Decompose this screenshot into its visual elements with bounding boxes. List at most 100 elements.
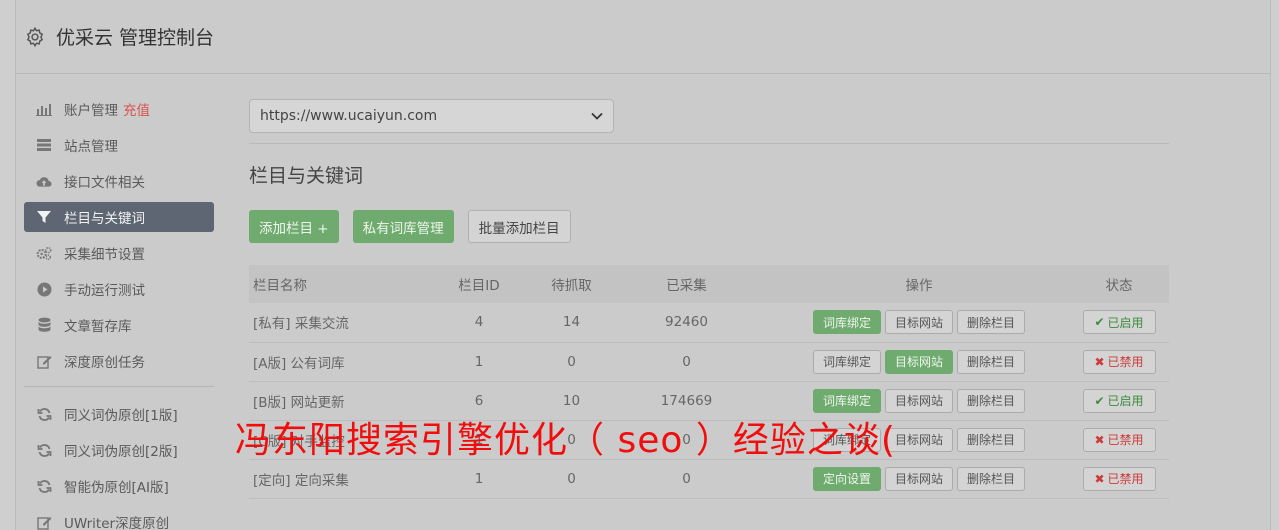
sidebar-item-sites[interactable]: 站点管理: [24, 130, 214, 160]
cross-icon: ✖: [1094, 432, 1105, 447]
table-row: [定向] 定向采集 1 0 0 定向设置 目标网站 删除栏目 ✖ 已禁用: [249, 459, 1169, 498]
collected-count: 92460: [665, 314, 708, 331]
check-icon: ✔: [1094, 315, 1105, 330]
collected-count: 0: [682, 470, 691, 487]
sidebar-item-label: 同义词伪原创[2版]: [64, 444, 178, 460]
sidebar-item-uwriter[interactable]: UWriter深度原创: [24, 507, 214, 530]
site-select-value: https://www.ucaiyun.com: [260, 108, 438, 124]
directed-settings-button[interactable]: 定向设置: [812, 466, 881, 491]
status-toggle[interactable]: ✖ 已禁用: [1082, 427, 1156, 452]
table-row: [私有] 采集交流 4 14 92460 词库绑定 目标网站 删除栏目 ✔ 已启用: [249, 303, 1169, 342]
pending-count[interactable]: 14: [539, 303, 604, 342]
batch-add-column-button[interactable]: 批量添加栏目: [467, 210, 571, 243]
target-site-button[interactable]: 目标网站: [884, 349, 953, 374]
sidebar-item-label: 采集细节设置: [64, 247, 145, 263]
column-name[interactable]: [私有] 采集交流: [249, 303, 419, 342]
bar-chart-icon: [36, 101, 52, 117]
column-id: 1: [474, 470, 484, 487]
status-toggle[interactable]: ✔ 已启用: [1082, 388, 1156, 413]
col-header-name: 栏目名称: [253, 278, 307, 294]
server-icon: [36, 137, 52, 153]
col-header-pending: 待抓取: [551, 278, 592, 294]
cross-icon: ✖: [1094, 354, 1105, 369]
gears-icon: [36, 245, 52, 261]
target-site-button[interactable]: 目标网站: [884, 388, 953, 413]
sidebar-item-synonym-v1[interactable]: 同义词伪原创[1版]: [24, 399, 214, 429]
private-lib-button[interactable]: 私有词库管理: [352, 210, 454, 243]
delete-column-button[interactable]: 删除栏目: [957, 427, 1026, 452]
cross-icon: ✖: [1094, 471, 1105, 486]
pending-count[interactable]: 0: [539, 459, 604, 498]
table-row: [A版] 公有词库 1 0 0 词库绑定 目标网站 删除栏目 ✖ 已禁用: [249, 342, 1169, 381]
refresh-icon: [36, 478, 52, 494]
sidebar-item-manual-run[interactable]: 手动运行测试: [24, 274, 214, 304]
sidebar-item-label: 栏目与关键词: [64, 211, 145, 227]
sidebar-item-label: 账户管理: [64, 103, 118, 119]
col-header-collected: 已采集: [666, 278, 707, 294]
edit-icon: [36, 514, 52, 530]
status-toggle[interactable]: ✖ 已禁用: [1082, 349, 1156, 374]
page-title: 优采云 管理控制台: [56, 27, 215, 49]
filter-icon: [36, 209, 52, 225]
delete-column-button[interactable]: 删除栏目: [957, 388, 1026, 413]
section-title: 栏目与关键词: [249, 165, 364, 187]
sidebar-item-account[interactable]: 账户管理 充值: [24, 94, 214, 124]
cloud-upload-icon: [36, 173, 52, 189]
sidebar-item-label: 站点管理: [64, 139, 118, 155]
play-circle-icon: [36, 281, 52, 297]
pending-count[interactable]: 0: [539, 342, 604, 381]
sidebar-item-synonym-v2[interactable]: 同义词伪原创[2版]: [24, 435, 214, 465]
bind-lib-button[interactable]: 词库绑定: [812, 310, 881, 335]
overlay-watermark-text: 冯东阳搜索引擎优化（ seo ）经验之谈(: [235, 420, 896, 461]
sidebar-item-label: 深度原创任务: [64, 355, 145, 371]
sidebar-item-label: 智能伪原创[AI版]: [64, 480, 169, 496]
column-id: 4: [474, 314, 484, 331]
sidebar: 账户管理 充值 站点管理 接口文件相关 栏目与关键词 采集细节设置 手动运行测试…: [24, 94, 214, 530]
sidebar-item-interface-files[interactable]: 接口文件相关: [24, 166, 214, 196]
status-label: 已启用: [1107, 394, 1144, 408]
column-name[interactable]: [定向] 定向采集: [249, 459, 419, 498]
gear-icon: [26, 26, 44, 47]
col-header-id: 栏目ID: [458, 278, 500, 294]
sidebar-item-ai-rewrite[interactable]: 智能伪原创[AI版]: [24, 471, 214, 501]
sidebar-item-columns-keywords[interactable]: 栏目与关键词: [24, 202, 214, 232]
sidebar-item-label: 文章暂存库: [64, 319, 132, 335]
bind-lib-button[interactable]: 词库绑定: [812, 388, 881, 413]
divider: [249, 143, 1169, 144]
chevron-down-icon: [591, 112, 603, 120]
target-site-button[interactable]: 目标网站: [884, 466, 953, 491]
status-toggle[interactable]: ✖ 已禁用: [1082, 466, 1156, 491]
status-label: 已禁用: [1107, 433, 1144, 447]
delete-column-button[interactable]: 删除栏目: [957, 310, 1026, 335]
refresh-icon: [36, 406, 52, 422]
sidebar-item-label: 同义词伪原创[1版]: [64, 408, 178, 424]
delete-column-button[interactable]: 删除栏目: [957, 466, 1026, 491]
bind-lib-button[interactable]: 词库绑定: [812, 349, 881, 374]
sidebar-item-label: 手动运行测试: [64, 283, 145, 299]
column-name[interactable]: [A版] 公有词库: [249, 342, 419, 381]
col-header-actions: 操作: [905, 278, 933, 294]
sidebar-item-label: UWriter深度原创: [64, 516, 170, 530]
sidebar-divider: [24, 386, 214, 387]
recharge-link[interactable]: 充值: [123, 99, 150, 119]
refresh-icon: [36, 442, 52, 458]
target-site-button[interactable]: 目标网站: [884, 310, 953, 335]
page-header: 优采云 管理控制台: [16, 0, 1270, 74]
sidebar-item-deep-original[interactable]: 深度原创任务: [24, 346, 214, 376]
sidebar-item-label: 接口文件相关: [64, 175, 145, 191]
edit-icon: [36, 353, 52, 369]
delete-column-button[interactable]: 删除栏目: [957, 349, 1026, 374]
check-icon: ✔: [1094, 393, 1105, 408]
status-toggle[interactable]: ✔ 已启用: [1082, 310, 1156, 335]
status-label: 已禁用: [1107, 472, 1144, 486]
database-icon: [36, 317, 52, 333]
toolbar: 添加栏目 + 私有词库管理 批量添加栏目: [249, 210, 1169, 243]
sidebar-item-collect-settings[interactable]: 采集细节设置: [24, 238, 214, 268]
status-label: 已启用: [1107, 315, 1144, 330]
add-column-button[interactable]: 添加栏目 +: [249, 210, 339, 243]
collected-count: 0: [682, 353, 691, 370]
status-label: 已禁用: [1107, 355, 1144, 369]
columns-table: 栏目名称 栏目ID 待抓取 已采集 操作 状态 [私有] 采集交流 4 14 9…: [249, 265, 1169, 499]
sidebar-item-article-store[interactable]: 文章暂存库: [24, 310, 214, 340]
site-select[interactable]: https://www.ucaiyun.com: [249, 99, 614, 133]
